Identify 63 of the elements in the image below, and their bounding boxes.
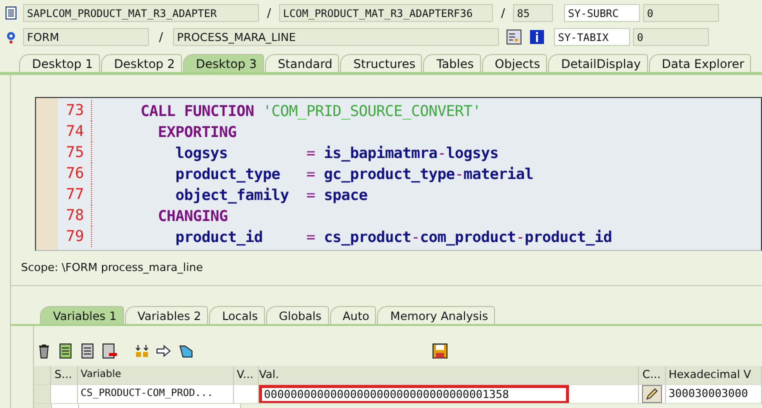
scope-label: Scope: \FORM process_mara_line bbox=[20, 260, 204, 276]
system-field-name[interactable]: SY-TABIX bbox=[554, 28, 630, 46]
column-header[interactable]: Hexadecimal V bbox=[666, 366, 762, 385]
variables-tab[interactable]: Auto bbox=[330, 306, 376, 324]
code-line: product_type = gc_product_type-material bbox=[174, 164, 534, 182]
line-number: 78 bbox=[36, 205, 92, 226]
separator: / bbox=[500, 6, 506, 20]
line-field[interactable]: 85 bbox=[513, 4, 553, 22]
gear-icon bbox=[4, 30, 18, 44]
event-field[interactable]: PROCESS_MARA_LINE bbox=[173, 28, 499, 46]
variables-tab[interactable]: Globals bbox=[266, 306, 329, 324]
code-line: EXPORTING bbox=[156, 122, 237, 140]
line-number: 74 bbox=[36, 121, 92, 142]
program-icon bbox=[4, 6, 18, 20]
column-header[interactable]: Val. bbox=[258, 366, 640, 385]
column-header[interactable]: S... bbox=[51, 366, 78, 385]
desktop-tab[interactable]: Data Explorer bbox=[648, 54, 752, 72]
code-line: object_family = space bbox=[174, 186, 368, 204]
list-icon[interactable] bbox=[58, 343, 74, 359]
system-field-name[interactable]: SY-SUBRC bbox=[564, 4, 640, 22]
line-number: 73 bbox=[36, 100, 92, 121]
code-line: product_id = cs_product-com_product-product_id bbox=[174, 228, 612, 246]
desktop-tab[interactable]: Objects bbox=[482, 54, 548, 72]
grid-icon[interactable] bbox=[134, 343, 150, 359]
info-icon[interactable] bbox=[529, 29, 545, 45]
list-icon[interactable] bbox=[80, 343, 96, 359]
desktop-tab[interactable]: DetailDisplay bbox=[548, 54, 648, 72]
separator: / bbox=[266, 6, 272, 20]
trash-icon[interactable] bbox=[36, 343, 52, 359]
pencil-icon[interactable] bbox=[642, 385, 662, 403]
column-header[interactable]: V... bbox=[234, 366, 259, 385]
column-header[interactable]: Variable bbox=[78, 366, 234, 385]
code-line: CHANGING bbox=[156, 206, 228, 224]
value-field[interactable]: 0000000000000000000000000000000001358 bbox=[258, 385, 569, 403]
line-number: 76 bbox=[36, 163, 92, 184]
save-icon[interactable] bbox=[432, 343, 448, 359]
navigate-icon[interactable] bbox=[506, 29, 522, 45]
line-number: 77 bbox=[36, 184, 92, 205]
variables-tab[interactable]: Memory Analysis bbox=[377, 306, 496, 324]
desktop-tab[interactable]: Desktop 1 bbox=[19, 54, 100, 72]
system-field-value[interactable]: 0 bbox=[643, 4, 719, 22]
code-line: logsys = is_bapimatmra-logsys bbox=[174, 144, 498, 162]
column-header[interactable]: C... bbox=[639, 366, 666, 385]
hex-cell: 300030003000 bbox=[666, 385, 762, 404]
line-number: 79 bbox=[36, 226, 92, 247]
separator: / bbox=[158, 30, 164, 44]
variables-tab[interactable]: Variables 1 bbox=[40, 306, 124, 324]
desktop-tab[interactable]: Tables bbox=[423, 54, 481, 72]
variables-tab[interactable]: Variables 2 bbox=[124, 306, 208, 324]
event-type-field[interactable]: FORM bbox=[23, 28, 149, 46]
include-field[interactable]: LCOM_PRODUCT_MAT_R3_ADAPTERF36 bbox=[279, 4, 493, 22]
system-field-value[interactable]: 0 bbox=[633, 28, 709, 46]
desktop-tab[interactable]: Structures bbox=[340, 54, 422, 72]
line-number: 75 bbox=[36, 142, 92, 163]
desktop-tab[interactable]: Desktop 3 bbox=[182, 54, 264, 72]
program-field[interactable]: SAPLCOM_PRODUCT_MAT_R3_ADAPTER bbox=[23, 4, 259, 22]
arrow-icon[interactable] bbox=[156, 343, 172, 359]
code-line: CALL FUNCTION 'COM_PRID_SOURCE_CONVERT' bbox=[139, 102, 481, 120]
variable-cell[interactable]: CS_PRODUCT-COM_PROD... bbox=[78, 385, 234, 404]
variables-tab[interactable]: Locals bbox=[209, 306, 265, 324]
desktop-tab[interactable]: Standard bbox=[264, 54, 340, 72]
desktop-tab[interactable]: Desktop 2 bbox=[100, 54, 182, 72]
list-delete-icon[interactable] bbox=[102, 343, 118, 359]
